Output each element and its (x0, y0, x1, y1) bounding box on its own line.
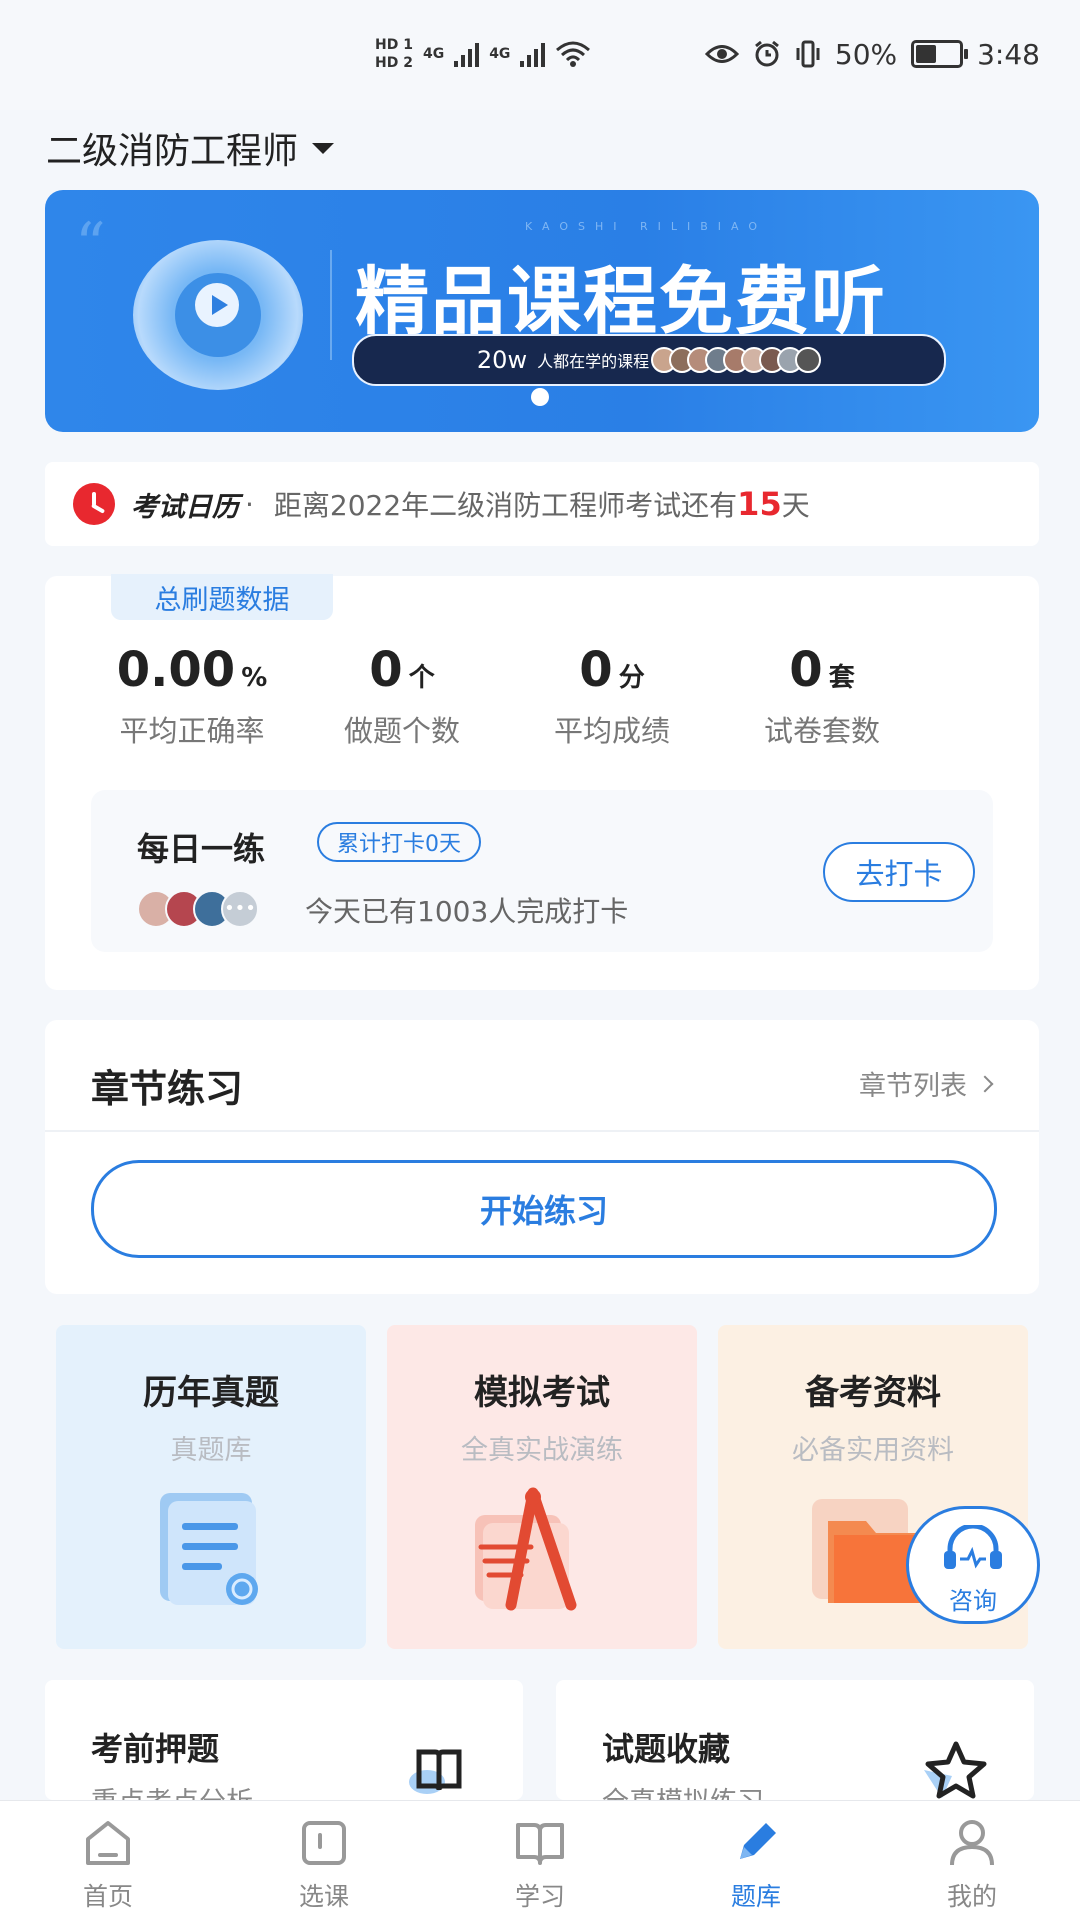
learner-avatars (651, 347, 822, 373)
stats-tag: 总刷题数据 (111, 574, 333, 620)
divider (45, 1130, 1039, 1132)
system-indicators: 50% 3:48 (704, 30, 1040, 78)
tab-label: 首页 (82, 1882, 133, 1911)
promo-banner[interactable]: “ ” KAOSHI RILIBIAO 精品课程免费听 20w 人都在学的课程 (45, 190, 1039, 432)
chapter-list-link[interactable]: 章节列表 (859, 1064, 994, 1103)
exam-selector[interactable]: 二级消防工程师 (46, 122, 335, 174)
home-icon (86, 1821, 130, 1865)
calendar-separator: · (245, 487, 254, 521)
banner-pill-text: 人都在学的课程 (537, 352, 650, 371)
chapter-title: 章节练习 (91, 1067, 244, 1111)
wifi-icon (556, 41, 591, 67)
network-indicators: HD 1 HD 2 4G 4G (375, 30, 591, 78)
headset-icon (944, 1523, 1002, 1569)
banner-pill-count: 20w (476, 346, 528, 374)
daily-title: 每日一练 (137, 830, 266, 868)
tab-study[interactable]: 学习 (432, 1801, 648, 1921)
calendar-label: 考试日历 (131, 491, 239, 523)
feature-title: 历年真题 (143, 1373, 279, 1413)
eye-icon (704, 45, 739, 63)
course-icon (302, 1821, 346, 1865)
chevron-right-icon (976, 1075, 994, 1092)
document-icon (160, 1493, 258, 1605)
feature-subtitle: 重点考点分析 (91, 1780, 253, 1800)
open-book-icon (409, 1749, 462, 1794)
network-type-2: 4G (489, 46, 511, 62)
tab-label: 选课 (298, 1882, 349, 1911)
exam-calendar[interactable]: 考试日历 · 距离2022年二级消防工程师考试还有15天 (45, 462, 1039, 546)
tab-label: 我的 (946, 1882, 997, 1911)
alarm-icon (754, 40, 779, 67)
feature-title: 考前押题 (91, 1730, 220, 1768)
feature-subtitle: 全真实战演练 (461, 1435, 623, 1466)
feature-subtitle: 必备实用资料 (792, 1435, 954, 1466)
stat-accuracy: 0.00% 平均正确率 (116, 642, 268, 748)
star-icon (924, 1741, 987, 1799)
start-practice-button[interactable]: 开始练习 (91, 1160, 997, 1258)
tab-home[interactable]: 首页 (0, 1801, 216, 1921)
checkin-count-text: 今天已有1003人完成打卡 (305, 895, 629, 928)
past-exams-card[interactable]: 历年真题 真题库 (56, 1325, 366, 1649)
exam-selector-label: 二级消防工程师 (46, 131, 299, 172)
battery-icon (911, 40, 969, 68)
feature-subtitle: 全真模拟练习 (602, 1780, 764, 1800)
tab-profile[interactable]: 我的 (864, 1801, 1080, 1921)
caret-down-icon (312, 142, 335, 154)
hd1-indicator: HD 1 (375, 37, 413, 53)
countdown-text: 距离2022年二级消防工程师考试还有15天 (273, 485, 810, 523)
feature-subtitle: 真题库 (170, 1435, 252, 1466)
daily-practice: 每日一练 累计打卡0天 ••• 今天已有1003人完成打卡 去打卡 (91, 790, 993, 952)
stat-average-score: 0分 平均成绩 (553, 642, 670, 748)
vibrate-icon (796, 40, 820, 68)
stats-card: 总刷题数据 0.00% 平均正确率 0个 做题个数 0分 平均成绩 0套 试卷套… (45, 574, 1039, 990)
tab-label: 题库 (730, 1882, 781, 1911)
network-type-1: 4G (422, 46, 445, 62)
chapter-practice-card: 章节练习 章节列表 开始练习 (45, 1020, 1039, 1294)
chapter-list-label: 章节列表 (859, 1071, 967, 1102)
checkin-avatars: ••• (137, 890, 259, 928)
banner-divider (330, 250, 332, 360)
tab-courses[interactable]: 选课 (216, 1801, 432, 1921)
hd2-indicator: HD 2 (375, 55, 413, 71)
stat-paper-count: 0套 试卷套数 (763, 642, 880, 748)
banner-watermark: KAOSHI RILIBIAO (525, 220, 768, 233)
banner-title: 精品课程免费听 (355, 259, 887, 345)
carousel-indicator[interactable] (531, 388, 549, 406)
consult-button[interactable]: 咨询 (906, 1506, 1040, 1624)
favorites-card[interactable]: 试题收藏 全真模拟练习 (556, 1680, 1034, 1800)
tab-question-bank[interactable]: 题库 (648, 1801, 864, 1921)
status-bar: HD 1 HD 2 4G 4G 50% 3:48 (0, 0, 1080, 110)
checkin-button[interactable]: 去打卡 (823, 842, 975, 902)
banner-pill: 20w 人都在学的课程 (352, 334, 946, 386)
feature-title: 备考资料 (805, 1373, 941, 1413)
user-icon (950, 1820, 994, 1866)
checkin-streak-badge: 累计打卡0天 (317, 822, 481, 862)
feature-title: 模拟考试 (474, 1373, 610, 1413)
battery-percent: 50% (834, 37, 898, 71)
tab-label: 学习 (514, 1882, 565, 1911)
consult-label: 咨询 (949, 1587, 997, 1615)
stat-question-count: 0个 做题个数 (343, 642, 460, 748)
mock-exam-card[interactable]: 模拟考试 全真实战演练 (387, 1325, 697, 1649)
compass-icon (475, 1487, 577, 1611)
feature-title: 试题收藏 (602, 1730, 731, 1768)
book-icon (516, 1823, 564, 1865)
pencil-icon (740, 1823, 776, 1859)
clock-time: 3:48 (977, 37, 1040, 71)
signal-icon (454, 41, 480, 67)
pre-exam-questions-card[interactable]: 考前押题 重点考点分析 (45, 1680, 523, 1800)
quote-open-icon: “ (75, 210, 106, 280)
signal-icon (520, 41, 546, 67)
play-disc-icon (133, 240, 303, 390)
countdown-days: 15 (737, 485, 782, 523)
clock-icon (73, 483, 115, 525)
bottom-tab-bar: 首页 选课 学习 题库 我的 (0, 1800, 1080, 1921)
